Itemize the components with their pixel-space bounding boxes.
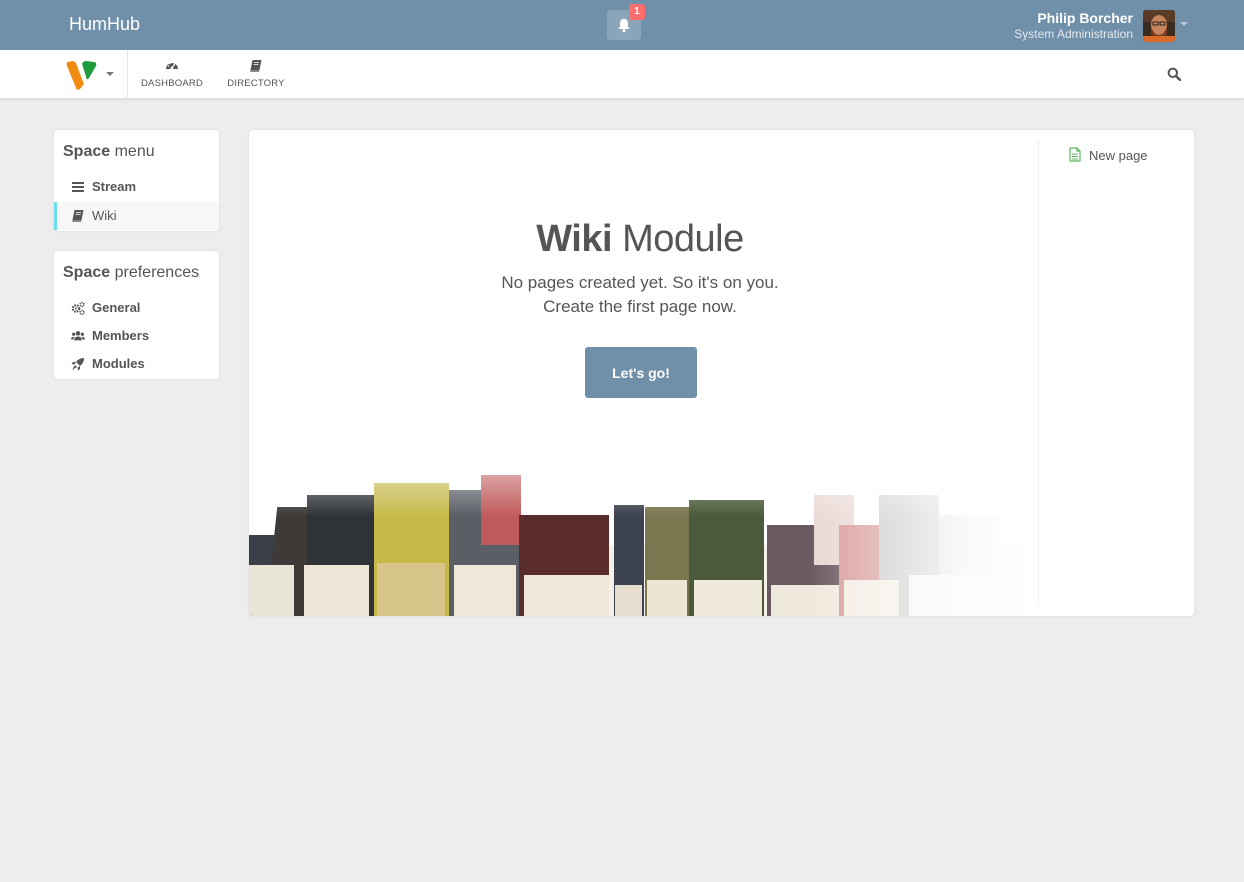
bars-icon (72, 182, 84, 192)
nav-divider (127, 50, 128, 99)
dashboard-icon (166, 61, 178, 70)
user-menu-caret-icon[interactable] (1180, 22, 1188, 26)
user-role[interactable]: System Administration (1014, 27, 1133, 41)
nav-dashboard[interactable]: DASHBOARD (140, 50, 204, 99)
menu-item-modules-label: Modules (92, 356, 145, 371)
space-logo-icon (66, 61, 97, 90)
space-preferences-title: Space preferences (63, 264, 199, 282)
brand-logo-text[interactable]: HumHub (69, 14, 140, 35)
cogs-icon (71, 301, 85, 315)
space-chooser[interactable] (62, 56, 118, 94)
book-icon (250, 60, 262, 72)
menu-item-wiki-label: Wiki (92, 208, 117, 223)
space-preferences-title-rest: preferences (114, 264, 200, 281)
menu-item-stream-label: Stream (92, 179, 137, 194)
file-icon (1069, 147, 1081, 162)
notification-count-badge: 1 (629, 4, 645, 20)
group-icon (71, 331, 85, 341)
menu-item-stream[interactable]: Stream (54, 173, 219, 201)
menu-item-modules[interactable]: Modules (54, 350, 219, 378)
lets-go-button[interactable]: Let's go! (585, 347, 697, 398)
rocket-icon (71, 358, 84, 371)
notifications-button[interactable]: 1 (607, 4, 645, 40)
wiki-empty-message-line2: Create the first page now. (543, 297, 737, 316)
new-page-label: New page (1089, 148, 1148, 163)
wiki-title-rest: Module (622, 218, 744, 260)
menu-item-members[interactable]: Members (54, 322, 219, 350)
nav-directory[interactable]: DIRECTORY (226, 50, 286, 99)
top-bar: HumHub 1 Philip Borcher System Administr… (0, 0, 1244, 50)
wiki-panel: Wiki Module No pages created yet. So it'… (249, 130, 1194, 616)
space-chooser-caret-icon (106, 72, 114, 76)
nav-dashboard-label: DASHBOARD (141, 78, 203, 89)
menu-item-wiki[interactable]: Wiki (54, 202, 219, 230)
bell-icon (618, 18, 630, 32)
user-name[interactable]: Philip Borcher (1037, 10, 1133, 26)
book-icon (72, 210, 84, 222)
space-menu-panel: Space menu Stream Wiki (54, 130, 219, 231)
menu-item-general-label: General (92, 300, 141, 315)
avatar-image (1143, 10, 1175, 42)
wiki-empty-message-line1: No pages created yet. So it's on you. (501, 273, 779, 292)
avatar[interactable] (1143, 10, 1175, 42)
wiki-module-title: Wiki Module (249, 218, 1031, 261)
sidebar-divider (1038, 140, 1039, 606)
search-icon[interactable] (1167, 67, 1181, 81)
main-navigation: DASHBOARD DIRECTORY (0, 50, 1244, 99)
nav-directory-label: DIRECTORY (227, 78, 285, 89)
space-menu-title: Space menu (63, 143, 155, 161)
menu-item-members-label: Members (92, 328, 150, 343)
space-preferences-panel: Space preferences General Members Module… (54, 251, 219, 379)
books-illustration (249, 475, 1039, 616)
space-preferences-title-bold: Space (63, 264, 111, 281)
menu-item-general[interactable]: General (54, 294, 219, 322)
space-menu-title-bold: Space (63, 143, 111, 160)
wiki-title-bold: Wiki (536, 218, 613, 260)
space-menu-title-rest: menu (114, 143, 155, 160)
